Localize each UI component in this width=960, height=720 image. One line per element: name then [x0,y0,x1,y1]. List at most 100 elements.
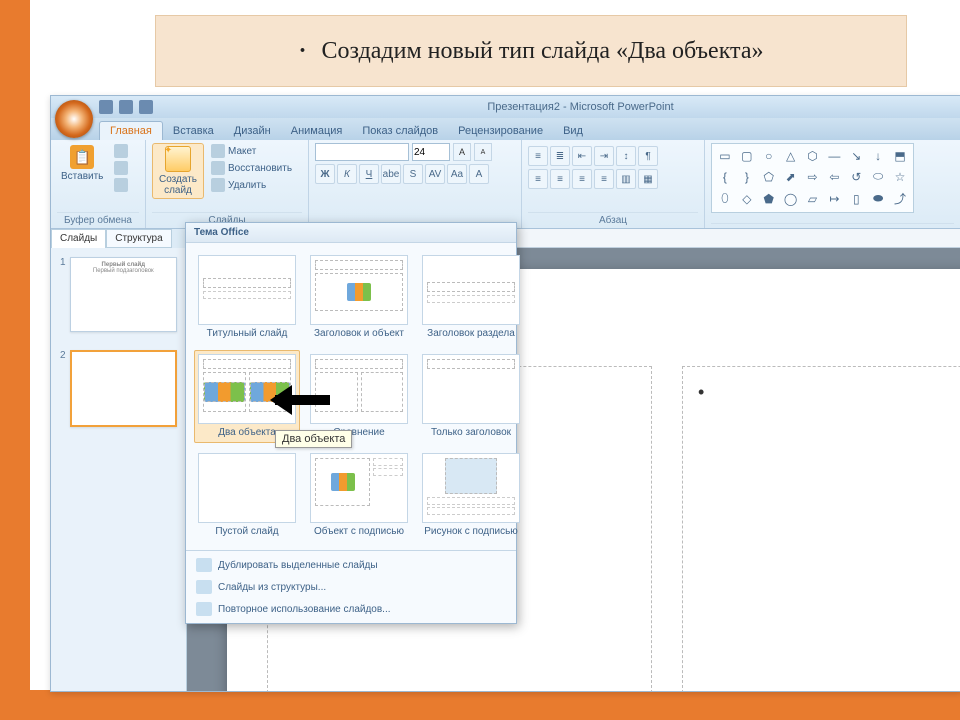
font-btn-7[interactable]: A [469,164,489,184]
tab-design[interactable]: Дизайн [224,122,281,140]
indent-dec-icon[interactable]: ⇤ [572,146,592,166]
font-btn-3[interactable]: abe [381,164,401,184]
justify-icon[interactable]: ≡ [594,169,614,189]
group-font: A A ЖКЧabeSAVAaA [309,140,522,228]
layout-option-8[interactable]: Рисунок с подписью [418,449,524,542]
thumb-2[interactable]: 2 [57,347,180,430]
shape-22[interactable]: ▱ [803,188,823,209]
shrink-font-icon[interactable]: A [474,143,492,161]
tab-animation[interactable]: Анимация [281,122,353,140]
shape-25[interactable]: ⬬ [868,188,888,209]
columns-icon[interactable]: ▥ [616,169,636,189]
shape-23[interactable]: ↦ [824,188,844,209]
undo-icon[interactable] [119,100,133,114]
font-btn-4[interactable]: S [403,164,423,184]
shape-1[interactable]: ▢ [737,147,757,165]
shape-24[interactable]: ▯ [846,188,866,209]
layout-option-6[interactable]: Пустой слайд [194,449,300,542]
shape-2[interactable]: ○ [759,147,779,165]
align-center-icon[interactable]: ≡ [550,169,570,189]
format-painter-button[interactable] [111,177,131,193]
shape-10[interactable]: } [737,167,757,186]
tab-view[interactable]: Вид [553,122,593,140]
new-slide-icon [165,146,191,172]
textdir-icon[interactable]: ¶ [638,146,658,166]
bullets-icon[interactable]: ≡ [528,146,548,166]
dd-footer-item-1[interactable]: Слайды из структуры... [186,576,516,598]
shape-13[interactable]: ⇨ [803,167,823,186]
paste-button[interactable]: 📋Вставить [57,143,107,184]
indent-inc-icon[interactable]: ⇥ [594,146,614,166]
font-btn-6[interactable]: Aa [447,164,467,184]
title-bar: Презентация2 - Microsoft PowerPoint [51,96,960,118]
tab-slideshow[interactable]: Показ слайдов [352,122,448,140]
shape-19[interactable]: ◇ [737,188,757,209]
copy-button[interactable] [111,160,131,176]
new-slide-button[interactable]: Создать слайд [152,143,204,199]
shape-12[interactable]: ⬈ [781,167,801,186]
office-button[interactable] [55,100,93,138]
shape-26[interactable]: ⤴ [890,188,910,209]
tab-insert[interactable]: Вставка [163,122,224,140]
dd-footer-item-2[interactable]: Повторное использование слайдов... [186,598,516,620]
layout-option-0[interactable]: Титульный слайд [194,251,300,344]
align-right-icon[interactable]: ≡ [572,169,592,189]
layout-option-7[interactable]: Объект с подписью [306,449,412,542]
font-btn-5[interactable]: AV [425,164,445,184]
shape-0[interactable]: ▭ [715,147,735,165]
panel-tab-slides[interactable]: Слайды [51,229,106,248]
font-btn-2[interactable]: Ч [359,164,379,184]
shape-14[interactable]: ⇦ [824,167,844,186]
panel-tab-outline[interactable]: Структура [106,229,171,248]
pointer-arrow [275,395,330,405]
ribbon-tabs: Главная Вставка Дизайн Анимация Показ сл… [51,118,960,140]
grow-font-icon[interactable]: A [453,143,471,161]
group-clipboard: 📋Вставить Буфер обмена [51,140,146,228]
redo-icon[interactable] [139,100,153,114]
shape-3[interactable]: △ [781,147,801,165]
group-label-drawing [711,223,954,226]
decor-left-bar [0,0,30,720]
convert-icon[interactable]: ▦ [638,169,658,189]
tab-review[interactable]: Рецензирование [448,122,553,140]
shape-8[interactable]: ⬒ [890,147,910,165]
shapes-gallery[interactable]: ▭▢○△⬡—↘↓⬒ {}⬠⬈⇨⇦↺⬭☆ ⬯◇⬟◯▱↦▯⬬⤴ [711,143,914,213]
shape-6[interactable]: ↘ [846,147,866,165]
quick-access-toolbar [99,100,153,114]
shape-9[interactable]: { [715,167,735,186]
font-btn-1[interactable]: К [337,164,357,184]
shape-11[interactable]: ⬠ [759,167,779,186]
cut-button[interactable] [111,143,131,159]
font-size-input[interactable] [412,143,450,161]
tab-home[interactable]: Главная [99,121,163,140]
numbering-icon[interactable]: ≣ [550,146,570,166]
group-label-paragraph: Абзац [528,212,698,226]
shape-18[interactable]: ⬯ [715,188,735,209]
layout-option-1[interactable]: Заголовок и объект [306,251,412,344]
thumb-number: 1 [60,257,66,332]
shape-5[interactable]: — [824,147,844,165]
thumb-1[interactable]: 1 Первый слайдПервый подзаголовок [57,254,180,335]
window-title: Презентация2 - Microsoft PowerPoint [487,101,673,113]
shape-15[interactable]: ↺ [846,167,866,186]
shape-4[interactable]: ⬡ [803,147,823,165]
linespacing-icon[interactable]: ↕ [616,146,636,166]
shape-21[interactable]: ◯ [781,188,801,209]
save-icon[interactable] [99,100,113,114]
dd-footer-item-0[interactable]: Дублировать выделенные слайды [186,554,516,576]
align-left-icon[interactable]: ≡ [528,169,548,189]
content-right-placeholder[interactable]: • [682,366,960,692]
layout-option-2[interactable]: Заголовок раздела [418,251,524,344]
shape-7[interactable]: ↓ [868,147,888,165]
body-text: • [698,382,960,403]
ribbon: 📋Вставить Буфер обмена Создать слайд Мак… [51,140,960,229]
shape-20[interactable]: ⬟ [759,188,779,209]
shape-16[interactable]: ⬭ [868,167,888,186]
delete-button[interactable]: Удалить [208,177,295,193]
layout-button[interactable]: Макет [208,143,295,159]
reset-button[interactable]: Восстановить [208,160,295,176]
font-btn-0[interactable]: Ж [315,164,335,184]
shape-17[interactable]: ☆ [890,167,910,186]
font-name-input[interactable] [315,143,409,161]
layout-option-5[interactable]: Только заголовок [418,350,524,443]
